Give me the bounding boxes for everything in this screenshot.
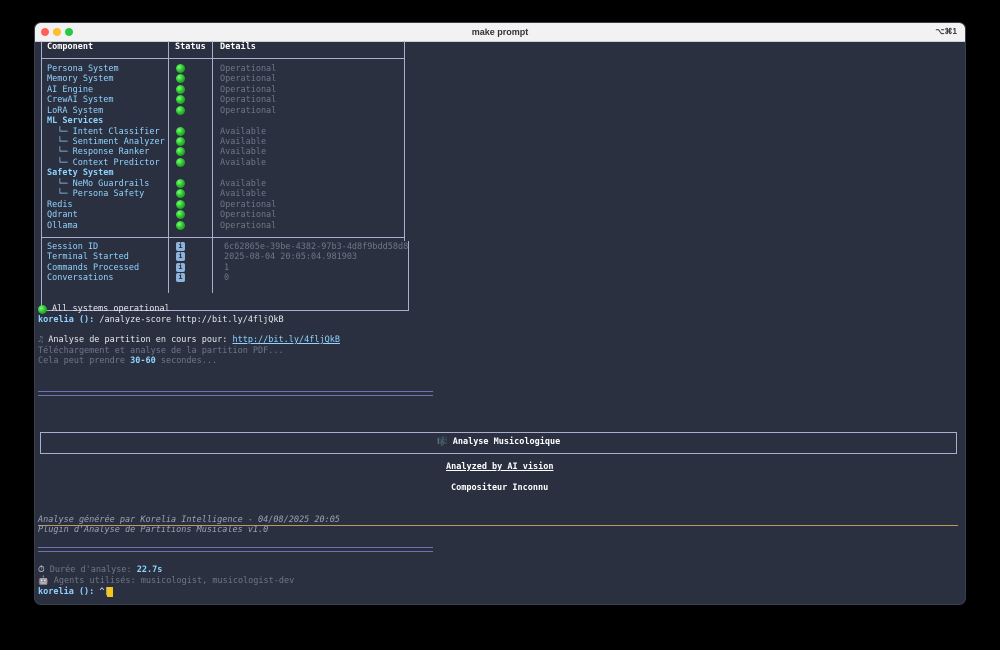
row-detail: Available (220, 147, 267, 157)
status-ok-icon (176, 189, 185, 198)
info-icon: i (176, 263, 185, 272)
status-ok-icon (176, 64, 185, 73)
prompt: korelia (): (38, 587, 95, 597)
header-component: Component (47, 42, 94, 52)
header-details: Details (220, 42, 256, 52)
status-ok-icon (176, 179, 185, 188)
session-label: Terminal Started (47, 252, 129, 262)
window-shortcut: ⌥⌘1 (935, 27, 957, 36)
plugin-version: Plugin d'Analyse de Partitions Musicales… (38, 525, 269, 535)
row-label: └─ NeMo Guardrails (47, 179, 150, 189)
separator (38, 547, 433, 552)
window-title: make prompt (471, 27, 529, 37)
row-label: Persona System (47, 64, 119, 74)
session-detail: 6c62865e-39be-4382-97b3-4d8f9bdd58d8 (224, 242, 409, 252)
table-section-divider (41, 237, 405, 238)
downloading-text: Téléchargement et analyse de la partitio… (38, 346, 284, 356)
status-ok-icon (176, 210, 185, 219)
info-icon: i (176, 242, 185, 251)
session-label: Conversations (47, 273, 114, 283)
status-ok-icon (176, 147, 185, 156)
music-score-icon: 🎼 (437, 437, 448, 447)
title-bar: make prompt ⌥⌘1 (35, 23, 965, 42)
row-label: LoRA System (47, 106, 104, 116)
row-label: Memory System (47, 74, 114, 84)
row-detail: Operational (220, 200, 277, 210)
prompt: korelia (): (38, 315, 95, 325)
command-text: /analyze-score http://bit.ly/4fljQkB (94, 315, 284, 325)
row-detail: Operational (220, 95, 277, 105)
row-detail: Operational (220, 85, 277, 95)
session-detail: 0 (224, 273, 230, 283)
text-cursor (107, 587, 113, 597)
session-label: Commands Processed (47, 263, 140, 273)
row-detail: Operational (220, 106, 277, 116)
music-note-icon: ♫ (38, 335, 49, 345)
analyzed-by: Analyzed by AI vision (446, 462, 554, 472)
status-ok-icon (176, 200, 185, 209)
row-label: └─ Persona Safety (47, 189, 145, 199)
row-label: AI Engine (47, 85, 94, 95)
all-systems-message: All systems operational (52, 304, 170, 314)
analysis-panel: 🎼 Analyse Musicologique (40, 432, 957, 454)
status-ok-icon (176, 221, 185, 230)
duration-line: ⏱ Durée d'analyse: 22.7s (38, 565, 163, 575)
row-detail: Available (220, 179, 267, 189)
generated-by: Analyse générée par Korelia Intelligence… (38, 515, 340, 525)
status-ok-icon (38, 305, 47, 314)
row-label: ML Services (47, 116, 104, 126)
row-detail: Operational (220, 221, 277, 231)
session-detail: 1 (224, 263, 230, 273)
row-label: └─ Response Ranker (47, 147, 150, 157)
terminal-content[interactable]: Component Status Details Persona System … (35, 41, 965, 601)
may-take-text: Cela peut prendre 30-60 secondes... (38, 356, 218, 366)
row-detail: Available (220, 158, 267, 168)
info-icon: i (176, 252, 185, 261)
robot-icon: 🤖 (38, 576, 49, 586)
composer: Compositeur Inconnu (451, 483, 549, 493)
row-label: └─ Context Predictor (47, 158, 160, 168)
row-detail: Available (220, 137, 267, 147)
row-label: └─ Intent Classifier (47, 127, 160, 137)
panel-title-line: 🎼 Analyse Musicologique (437, 437, 560, 447)
row-detail: Available (220, 127, 267, 137)
table-border-left (41, 41, 42, 311)
analysis-prefix: Analyse de partition en cours pour: (48, 335, 233, 345)
status-ok-icon (176, 74, 185, 83)
row-detail: Available (220, 189, 267, 199)
header-status: Status (175, 42, 206, 52)
status-ok-icon (176, 158, 185, 167)
table-col-divider-2 (212, 41, 213, 293)
row-detail: Operational (220, 64, 277, 74)
row-label: Redis (47, 200, 73, 210)
row-label: CrewAI System (47, 95, 114, 105)
agents-line: 🤖 Agents utilisés: musicologist, musicol… (38, 576, 295, 586)
row-detail: Operational (220, 210, 277, 220)
row-label: Ollama (47, 221, 78, 231)
row-label: └─ Sentiment Analyzer (47, 137, 165, 147)
status-ok-icon (176, 85, 185, 94)
analysis-line: ♫ Analyse de partition en cours pour: ht… (38, 335, 340, 345)
command-line: korelia (): /analyze-score http://bit.ly… (38, 315, 284, 325)
session-detail: 2025-08-04 20:05:04.981903 (224, 252, 358, 262)
active-prompt-line[interactable]: korelia (): ^[ (38, 587, 110, 597)
stopwatch-icon: ⏱ (38, 565, 45, 575)
terminal-window: make prompt ⌥⌘1 Component Status Details… (35, 23, 965, 604)
row-label: Qdrant (47, 210, 78, 220)
status-ok-icon (176, 95, 185, 104)
row-label: Safety System (47, 168, 114, 178)
table-border-right (404, 41, 405, 241)
session-label: Session ID (47, 242, 99, 252)
separator (38, 391, 433, 396)
panel-title: Analyse Musicologique (452, 437, 561, 447)
row-detail: Operational (220, 74, 277, 84)
status-ok-icon (176, 127, 185, 136)
table-col-divider-1 (168, 41, 169, 293)
status-ok-icon (176, 137, 185, 146)
analysis-link[interactable]: http://bit.ly/4fljQkB (232, 335, 339, 345)
table-header-divider (41, 58, 405, 59)
info-icon: i (176, 273, 185, 282)
status-ok-icon (176, 106, 185, 115)
